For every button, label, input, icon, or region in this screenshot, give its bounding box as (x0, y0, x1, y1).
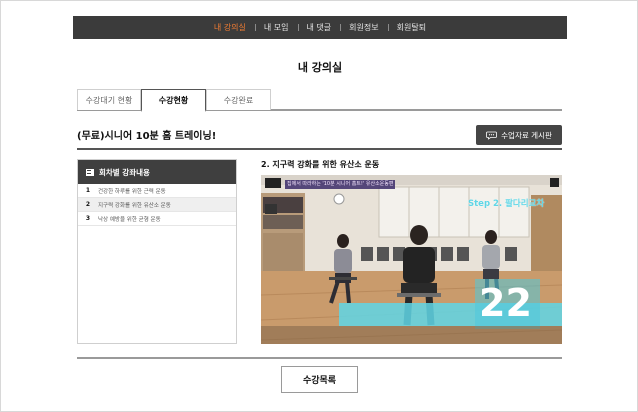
class-materials-board-button[interactable]: 수업자료 게시판 (476, 125, 562, 145)
lesson-number: 1 (85, 187, 91, 194)
lesson-title: 지구력 강화를 위한 유산소 운동 (98, 202, 171, 209)
nav-withdraw[interactable]: 회원탈퇴 (387, 22, 435, 33)
lesson-number: 3 (85, 215, 91, 222)
nav-my-groups[interactable]: 내 모임 (254, 22, 298, 33)
lesson-number: 2 (85, 201, 91, 208)
course-title: (무료)시니어 10분 홈 트레이닝! (77, 131, 217, 142)
lesson-list-header-label: 회차별 강좌내용 (99, 167, 150, 177)
lesson-list-header: 회차별 강좌내용 (78, 160, 236, 184)
nav-member-info[interactable]: 회원정보 (340, 22, 387, 33)
lesson-item-2[interactable]: 2 지구력 강화를 위한 유산소 운동 (78, 198, 236, 212)
section-divider (77, 148, 562, 150)
lesson-title: 낙상 예방을 위한 균형 운동 (98, 216, 161, 223)
tab-waiting[interactable]: 수강대기 현황 (77, 89, 141, 110)
top-navigation: 내 강의실 내 모임 내 댓글 회원정보 회원탈퇴 (73, 16, 567, 39)
bottom-divider (77, 357, 562, 359)
video-player[interactable]: 집에서 따라하는 '10분 시니어 홈트!' 유산소운동편 Step 2. 팔다… (261, 175, 562, 344)
chat-bubble-icon (486, 131, 498, 140)
list-icon (86, 168, 94, 176)
class-materials-board-label: 수업자료 게시판 (501, 130, 552, 140)
video-caption: 집에서 따라하는 '10분 시니어 홈트!' 유산소운동편 (287, 181, 394, 187)
nav-my-comments[interactable]: 내 댓글 (297, 22, 341, 33)
nav-my-classroom[interactable]: 내 강의실 (205, 22, 255, 33)
page-title: 내 강의실 (297, 61, 343, 74)
enrollment-tabs: 수강대기 현황 수강현황 수강완료 (77, 89, 562, 112)
current-lesson-title: 2. 지구력 강화를 위한 유산소 운동 (261, 160, 380, 169)
tab-completed[interactable]: 수강완료 (206, 89, 271, 110)
tab-in-progress[interactable]: 수강현황 (141, 89, 206, 112)
lesson-item-3[interactable]: 3 낙상 예방을 위한 균형 운동 (78, 212, 236, 226)
lesson-list-panel: 회차별 강좌내용 1 건강한 하루를 위한 근력 운동 2 지구력 강화를 위한… (77, 159, 237, 344)
page-frame: 내 강의실 내 모임 내 댓글 회원정보 회원탈퇴 내 강의실 수강대기 현황 … (0, 0, 638, 412)
lesson-item-1[interactable]: 1 건강한 하루를 위한 근력 운동 (78, 184, 236, 198)
course-list-button[interactable]: 수강목록 (281, 366, 358, 393)
video-rep-counter: 22 (479, 281, 532, 325)
lesson-title: 건강한 하루를 위한 근력 운동 (98, 188, 166, 195)
video-step-label: Step 2. 팔다리교차 (468, 199, 545, 209)
